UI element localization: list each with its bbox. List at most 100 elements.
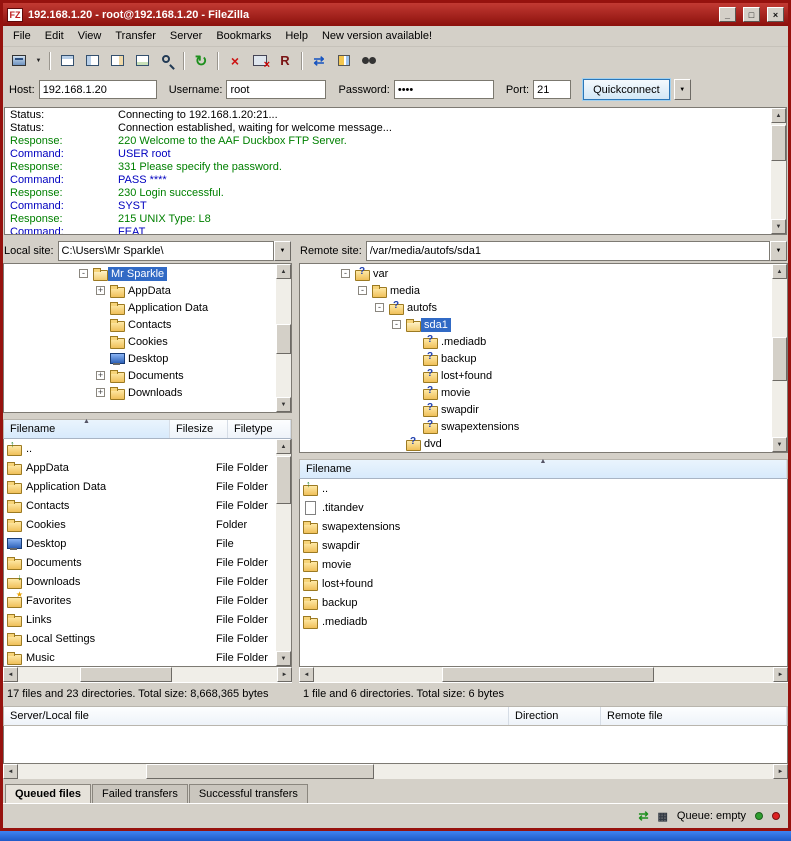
file-row[interactable]: .mediadb — [300, 612, 787, 631]
local-site-dropdown[interactable]: ▼ — [274, 241, 291, 261]
file-row[interactable]: backup — [300, 593, 787, 612]
file-row[interactable]: AppData File Folder — [4, 458, 276, 477]
port-input[interactable] — [533, 80, 571, 99]
expander-icon[interactable]: + — [96, 388, 105, 397]
tree-item[interactable]: lost+found — [301, 367, 771, 384]
local-list-scrollbar[interactable]: ▲ ▼ — [276, 439, 291, 666]
expander-icon[interactable]: + — [96, 371, 105, 380]
scroll-down-icon[interactable]: ▼ — [772, 437, 787, 452]
column-header-server-local-file[interactable]: Server/Local file — [4, 707, 509, 725]
menu-item[interactable]: View — [71, 27, 109, 45]
remote-site-input[interactable] — [366, 241, 770, 261]
file-row[interactable]: Downloads File Folder — [4, 572, 276, 591]
scroll-thumb[interactable] — [771, 125, 786, 161]
toggle-local-tree-button[interactable] — [80, 50, 104, 72]
local-tree-scrollbar[interactable]: ▲ ▼ — [276, 264, 291, 412]
menu-item[interactable]: Edit — [38, 27, 71, 45]
toggle-queue-button[interactable] — [130, 50, 154, 72]
file-row[interactable]: Contacts File Folder — [4, 496, 276, 515]
queue-list-area[interactable] — [3, 726, 788, 764]
menu-item[interactable]: Help — [278, 27, 315, 45]
column-header-remote-file[interactable]: Remote file — [601, 707, 787, 725]
scroll-down-icon[interactable]: ▼ — [276, 651, 291, 666]
tree-item[interactable]: Desktop — [5, 350, 275, 367]
file-row[interactable]: .. — [4, 439, 276, 458]
tree-item[interactable]: Contacts — [5, 316, 275, 333]
scroll-down-icon[interactable]: ▼ — [276, 397, 291, 412]
menu-item[interactable]: New version available! — [315, 27, 439, 45]
scroll-up-icon[interactable]: ▲ — [772, 264, 787, 279]
scroll-thumb[interactable] — [80, 667, 172, 682]
tree-item[interactable]: + AppData — [5, 282, 275, 299]
scroll-right-icon[interactable]: ► — [277, 667, 292, 682]
menu-item[interactable]: Bookmarks — [209, 27, 278, 45]
tab-failed-transfers[interactable]: Failed transfers — [92, 784, 188, 803]
remote-tree-scrollbar[interactable]: ▲ ▼ — [772, 264, 787, 452]
file-row[interactable]: Cookies Folder — [4, 515, 276, 534]
tree-item[interactable]: swapdir — [301, 401, 771, 418]
tree-item[interactable]: Cookies — [5, 333, 275, 350]
file-row[interactable]: .titandev — [300, 498, 787, 517]
toggle-remote-tree-button[interactable] — [105, 50, 129, 72]
scroll-right-icon[interactable]: ► — [773, 764, 788, 779]
file-row[interactable]: movie — [300, 555, 787, 574]
refresh-button[interactable]: ↻ — [189, 50, 213, 72]
scroll-thumb[interactable] — [276, 456, 291, 504]
tree-item[interactable]: swapextensions — [301, 418, 771, 435]
transfer-mode-icon[interactable]: ▦ — [658, 810, 668, 823]
tree-item[interactable]: backup — [301, 350, 771, 367]
scroll-up-icon[interactable]: ▲ — [276, 439, 291, 454]
file-row[interactable]: .. — [300, 479, 787, 498]
file-row[interactable]: Favorites File Folder — [4, 591, 276, 610]
tree-item[interactable]: movie — [301, 384, 771, 401]
synchronized-browsing-button[interactable]: ⇄ — [307, 50, 331, 72]
remote-horizontal-scrollbar[interactable]: ◄ ► — [299, 667, 788, 682]
message-log-scrollbar[interactable]: ▲ ▼ — [771, 108, 786, 234]
tab-successful-transfers[interactable]: Successful transfers — [189, 784, 308, 803]
scroll-track[interactable] — [771, 123, 786, 219]
tree-item[interactable]: - var — [301, 265, 771, 282]
menu-item[interactable]: Server — [163, 27, 209, 45]
local-horizontal-scrollbar[interactable]: ◄ ► — [3, 667, 292, 682]
remote-site-dropdown[interactable]: ▼ — [770, 241, 787, 261]
scroll-track[interactable] — [772, 279, 787, 437]
host-input[interactable] — [39, 80, 157, 99]
scroll-left-icon[interactable]: ◄ — [299, 667, 314, 682]
scroll-up-icon[interactable]: ▲ — [771, 108, 786, 123]
column-header-direction[interactable]: Direction — [509, 707, 601, 725]
expander-icon[interactable]: - — [79, 269, 88, 278]
scroll-left-icon[interactable]: ◄ — [3, 764, 18, 779]
scroll-track[interactable] — [18, 667, 277, 682]
quickconnect-dropdown[interactable]: ▼ — [674, 79, 691, 100]
scroll-track[interactable] — [314, 667, 773, 682]
column-header-filesize[interactable]: Filesize — [170, 420, 228, 438]
filename-filters-button[interactable] — [155, 50, 179, 72]
scroll-thumb[interactable] — [442, 667, 654, 682]
expander-icon[interactable]: - — [392, 320, 401, 329]
scroll-thumb[interactable] — [772, 337, 787, 381]
reconnect-button[interactable]: R — [273, 50, 297, 72]
tree-item[interactable]: Application Data — [5, 299, 275, 316]
expander-icon[interactable]: - — [375, 303, 384, 312]
expander-icon[interactable]: + — [96, 286, 105, 295]
scroll-thumb[interactable] — [276, 324, 291, 354]
scroll-track[interactable] — [276, 454, 291, 651]
scroll-track[interactable] — [18, 764, 773, 779]
username-input[interactable] — [226, 80, 326, 99]
scroll-thumb[interactable] — [146, 764, 374, 779]
quickconnect-button[interactable]: Quickconnect — [583, 79, 670, 100]
file-row[interactable]: lost+found — [300, 574, 787, 593]
column-header-filename[interactable]: Filename▲ — [300, 460, 787, 478]
pane-splitter[interactable] — [292, 239, 299, 704]
minimize-button[interactable]: _ — [719, 7, 736, 22]
file-row[interactable]: swapdir — [300, 536, 787, 555]
scroll-down-icon[interactable]: ▼ — [771, 219, 786, 234]
scroll-left-icon[interactable]: ◄ — [3, 667, 18, 682]
local-site-input[interactable] — [58, 241, 274, 261]
column-header-filename[interactable]: Filename▲ — [4, 420, 170, 438]
column-header-filetype[interactable]: Filetype — [228, 420, 291, 438]
tree-item[interactable]: - media — [301, 282, 771, 299]
tree-item[interactable]: + Documents — [5, 367, 275, 384]
tree-item[interactable]: - sda1 — [301, 316, 771, 333]
close-button[interactable]: × — [767, 7, 784, 22]
